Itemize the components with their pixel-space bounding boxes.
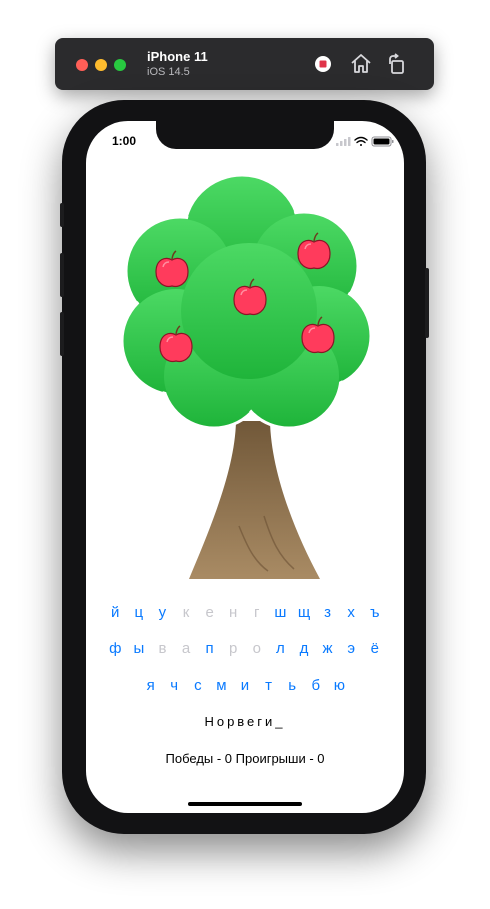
cellular-icon: [336, 137, 351, 146]
keyboard-row-3: ячсмитьбю: [86, 676, 404, 696]
keyboard-row-1: йцукенгшщзхъ: [86, 603, 404, 623]
letter-key[interactable]: м: [210, 676, 234, 696]
letter-key[interactable]: ё: [363, 639, 387, 659]
letter-key[interactable]: ъ: [363, 603, 387, 623]
status-icons: [336, 135, 396, 149]
volume-up-button: [60, 253, 64, 297]
device-name: iPhone 11: [147, 49, 208, 64]
letter-key[interactable]: з: [316, 603, 340, 623]
letter-key[interactable]: п: [198, 639, 222, 659]
letter-key[interactable]: я: [139, 676, 163, 696]
letter-key[interactable]: ш: [269, 603, 293, 623]
letter-key: а: [181, 640, 191, 657]
letter-key[interactable]: ф: [103, 639, 127, 659]
word-display: Норвеги_: [204, 714, 286, 729]
notch: [156, 121, 334, 149]
letter-key[interactable]: ы: [127, 639, 151, 659]
close-window-button[interactable]: [76, 59, 88, 71]
home-indicator: [188, 802, 302, 806]
minimize-window-button[interactable]: [95, 59, 107, 71]
letter-key[interactable]: д: [292, 639, 316, 659]
letter-key[interactable]: ь: [280, 676, 304, 696]
letter-key: к: [182, 604, 190, 621]
letter-key[interactable]: ю: [328, 676, 352, 696]
letter-key: в: [158, 640, 167, 657]
letter-key[interactable]: щ: [292, 603, 316, 623]
score-label: Победы - 0 Проигрыши - 0: [165, 751, 325, 766]
letter-key[interactable]: й: [103, 603, 127, 623]
letter-key[interactable]: у: [151, 603, 175, 623]
letter-key[interactable]: б: [304, 676, 328, 696]
mute-switch: [60, 203, 64, 227]
keyboard-row-2: фывапролджэё: [86, 639, 404, 659]
rotate-icon[interactable]: [385, 52, 409, 76]
volume-down-button: [60, 312, 64, 356]
letter-key[interactable]: с: [186, 676, 210, 696]
letter-key[interactable]: ч: [162, 676, 186, 696]
letter-key[interactable]: т: [257, 676, 281, 696]
home-icon[interactable]: [349, 52, 373, 76]
letter-key[interactable]: л: [269, 639, 293, 659]
letter-key: е: [205, 604, 214, 621]
letter-key[interactable]: э: [339, 639, 363, 659]
zoom-window-button[interactable]: [114, 59, 126, 71]
letter-key[interactable]: ц: [127, 603, 151, 623]
stop-icon[interactable]: [311, 52, 335, 76]
simulator-titlebar: iPhone 11 iOS 14.5: [55, 38, 434, 90]
letter-key[interactable]: и: [233, 676, 257, 696]
letter-key: р: [229, 640, 238, 657]
letter-key: г: [254, 604, 260, 621]
letter-key[interactable]: х: [339, 603, 363, 623]
power-button: [425, 268, 429, 338]
app-screen: 1:00 й ц у к е н г ш щ з х ъ ф ы в а п р…: [86, 121, 404, 813]
status-time: 1:00: [112, 134, 137, 148]
letter-key[interactable]: ж: [316, 639, 340, 659]
wifi-icon: [354, 136, 368, 146]
tree-trunk: [189, 421, 320, 579]
tree-illustration: [114, 171, 376, 583]
letter-key: н: [229, 604, 238, 621]
letter-key: о: [252, 640, 261, 657]
os-version: iOS 14.5: [147, 66, 190, 78]
battery-icon: [371, 136, 394, 147]
